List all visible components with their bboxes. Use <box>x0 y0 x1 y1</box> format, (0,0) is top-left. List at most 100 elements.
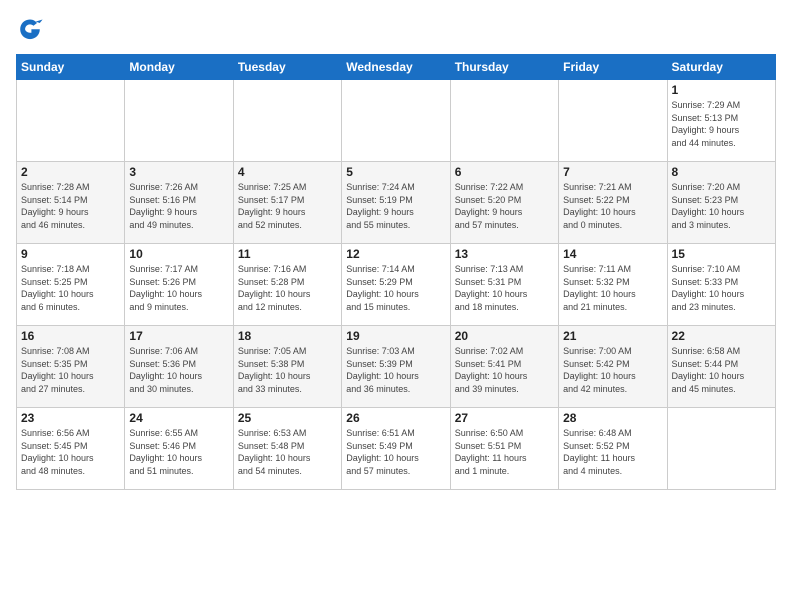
day-info: Sunrise: 7:02 AM Sunset: 5:41 PM Dayligh… <box>455 345 554 395</box>
day-info: Sunrise: 7:06 AM Sunset: 5:36 PM Dayligh… <box>129 345 228 395</box>
table-row: 4 Sunrise: 7:25 AM Sunset: 5:17 PM Daylig… <box>233 162 341 244</box>
day-number: 22 <box>672 329 771 343</box>
day-number: 11 <box>238 247 337 261</box>
table-row: 14Sunrise: 7:11 AM Sunset: 5:32 PM Dayli… <box>559 244 667 326</box>
day-of-week-header: Monday <box>125 55 233 80</box>
day-info: Sunrise: 6:53 AM Sunset: 5:48 PM Dayligh… <box>238 427 337 477</box>
table-row: 27 Sunrise: 6:50 AM Sunset: 5:51 PM Dayli… <box>450 408 558 490</box>
day-number: 3 <box>129 165 228 179</box>
calendar-week-row: 1 Sunrise: 7:29 AM Sunset: 5:13 PM Daylig… <box>17 80 776 162</box>
day-number: 1 <box>672 83 771 97</box>
day-info: Sunrise: 7:14 AM Sunset: 5:29 PM Dayligh… <box>346 263 445 313</box>
table-row: 1 Sunrise: 7:29 AM Sunset: 5:13 PM Daylig… <box>667 80 775 162</box>
logo <box>16 16 48 44</box>
day-info: Sunrise: 7:03 AM Sunset: 5:39 PM Dayligh… <box>346 345 445 395</box>
day-number: 10 <box>129 247 228 261</box>
day-number: 17 <box>129 329 228 343</box>
day-number: 26 <box>346 411 445 425</box>
table-row: 13 Sunrise: 7:13 AM Sunset: 5:31 PM Dayli… <box>450 244 558 326</box>
day-number: 21 <box>563 329 662 343</box>
table-row: 11 Sunrise: 7:16 AM Sunset: 5:28 PM Dayli… <box>233 244 341 326</box>
day-info: Sunrise: 7:28 AM Sunset: 5:14 PM Dayligh… <box>21 181 120 231</box>
day-info: Sunrise: 6:50 AM Sunset: 5:51 PM Dayligh… <box>455 427 554 477</box>
day-of-week-header: Tuesday <box>233 55 341 80</box>
page: SundayMondayTuesdayWednesdayThursdayFrid… <box>0 0 792 612</box>
day-info: Sunrise: 7:20 AM Sunset: 5:23 PM Dayligh… <box>672 181 771 231</box>
table-row: 17 Sunrise: 7:06 AM Sunset: 5:36 PM Dayli… <box>125 326 233 408</box>
day-info: Sunrise: 7:18 AM Sunset: 5:25 PM Dayligh… <box>21 263 120 313</box>
day-of-week-header: Saturday <box>667 55 775 80</box>
calendar-table: SundayMondayTuesdayWednesdayThursdayFrid… <box>16 54 776 490</box>
day-info: Sunrise: 6:51 AM Sunset: 5:49 PM Dayligh… <box>346 427 445 477</box>
day-number: 27 <box>455 411 554 425</box>
day-info: Sunrise: 6:58 AM Sunset: 5:44 PM Dayligh… <box>672 345 771 395</box>
day-of-week-header: Friday <box>559 55 667 80</box>
day-number: 28 <box>563 411 662 425</box>
day-info: Sunrise: 7:13 AM Sunset: 5:31 PM Dayligh… <box>455 263 554 313</box>
day-info: Sunrise: 6:48 AM Sunset: 5:52 PM Dayligh… <box>563 427 662 477</box>
day-number: 20 <box>455 329 554 343</box>
table-row: 18Sunrise: 7:05 AM Sunset: 5:38 PM Dayli… <box>233 326 341 408</box>
table-row: 24Sunrise: 6:55 AM Sunset: 5:46 PM Dayli… <box>125 408 233 490</box>
table-row: 12 Sunrise: 7:14 AM Sunset: 5:29 PM Dayli… <box>342 244 450 326</box>
day-number: 4 <box>238 165 337 179</box>
day-number: 13 <box>455 247 554 261</box>
day-number: 7 <box>563 165 662 179</box>
table-row: 19 Sunrise: 7:03 AM Sunset: 5:39 PM Dayli… <box>342 326 450 408</box>
day-number: 15 <box>672 247 771 261</box>
day-info: Sunrise: 6:55 AM Sunset: 5:46 PM Dayligh… <box>129 427 228 477</box>
calendar-week-row: 23 Sunrise: 6:56 AM Sunset: 5:45 PM Dayli… <box>17 408 776 490</box>
day-info: Sunrise: 7:10 AM Sunset: 5:33 PM Dayligh… <box>672 263 771 313</box>
table-row <box>450 80 558 162</box>
table-row: 26 Sunrise: 6:51 AM Sunset: 5:49 PM Dayli… <box>342 408 450 490</box>
table-row: 10 Sunrise: 7:17 AM Sunset: 5:26 PM Dayli… <box>125 244 233 326</box>
day-number: 23 <box>21 411 120 425</box>
day-number: 18 <box>238 329 337 343</box>
day-info: Sunrise: 7:00 AM Sunset: 5:42 PM Dayligh… <box>563 345 662 395</box>
day-info: Sunrise: 7:17 AM Sunset: 5:26 PM Dayligh… <box>129 263 228 313</box>
calendar-week-row: 2 Sunrise: 7:28 AM Sunset: 5:14 PM Daylig… <box>17 162 776 244</box>
table-row: 20 Sunrise: 7:02 AM Sunset: 5:41 PM Dayli… <box>450 326 558 408</box>
day-number: 14 <box>563 247 662 261</box>
table-row: 6 Sunrise: 7:22 AM Sunset: 5:20 PM Daylig… <box>450 162 558 244</box>
table-row: 25 Sunrise: 6:53 AM Sunset: 5:48 PM Dayli… <box>233 408 341 490</box>
day-number: 9 <box>21 247 120 261</box>
day-info: Sunrise: 7:22 AM Sunset: 5:20 PM Dayligh… <box>455 181 554 231</box>
table-row: 21 Sunrise: 7:00 AM Sunset: 5:42 PM Dayli… <box>559 326 667 408</box>
table-row: 9 Sunrise: 7:18 AM Sunset: 5:25 PM Daylig… <box>17 244 125 326</box>
table-row <box>342 80 450 162</box>
day-number: 6 <box>455 165 554 179</box>
table-row <box>559 80 667 162</box>
day-number: 25 <box>238 411 337 425</box>
table-row: 23 Sunrise: 6:56 AM Sunset: 5:45 PM Dayli… <box>17 408 125 490</box>
table-row: 2 Sunrise: 7:28 AM Sunset: 5:14 PM Daylig… <box>17 162 125 244</box>
day-info: Sunrise: 6:56 AM Sunset: 5:45 PM Dayligh… <box>21 427 120 477</box>
day-number: 12 <box>346 247 445 261</box>
table-row: 15 Sunrise: 7:10 AM Sunset: 5:33 PM Dayli… <box>667 244 775 326</box>
table-row: 3Sunrise: 7:26 AM Sunset: 5:16 PM Daylig… <box>125 162 233 244</box>
logo-icon <box>16 16 44 44</box>
calendar-week-row: 16 Sunrise: 7:08 AM Sunset: 5:35 PM Dayli… <box>17 326 776 408</box>
calendar-header-row: SundayMondayTuesdayWednesdayThursdayFrid… <box>17 55 776 80</box>
table-row: 7 Sunrise: 7:21 AM Sunset: 5:22 PM Daylig… <box>559 162 667 244</box>
day-number: 19 <box>346 329 445 343</box>
day-of-week-header: Wednesday <box>342 55 450 80</box>
day-of-week-header: Sunday <box>17 55 125 80</box>
table-row <box>233 80 341 162</box>
day-info: Sunrise: 7:16 AM Sunset: 5:28 PM Dayligh… <box>238 263 337 313</box>
day-number: 8 <box>672 165 771 179</box>
table-row <box>17 80 125 162</box>
day-number: 5 <box>346 165 445 179</box>
table-row: 28 Sunrise: 6:48 AM Sunset: 5:52 PM Dayli… <box>559 408 667 490</box>
table-row <box>667 408 775 490</box>
day-info: Sunrise: 7:29 AM Sunset: 5:13 PM Dayligh… <box>672 99 771 149</box>
calendar-week-row: 9 Sunrise: 7:18 AM Sunset: 5:25 PM Daylig… <box>17 244 776 326</box>
day-info: Sunrise: 7:25 AM Sunset: 5:17 PM Dayligh… <box>238 181 337 231</box>
table-row: 5Sunrise: 7:24 AM Sunset: 5:19 PM Daylig… <box>342 162 450 244</box>
day-number: 16 <box>21 329 120 343</box>
day-number: 2 <box>21 165 120 179</box>
day-info: Sunrise: 7:21 AM Sunset: 5:22 PM Dayligh… <box>563 181 662 231</box>
table-row <box>125 80 233 162</box>
day-of-week-header: Thursday <box>450 55 558 80</box>
day-info: Sunrise: 7:08 AM Sunset: 5:35 PM Dayligh… <box>21 345 120 395</box>
